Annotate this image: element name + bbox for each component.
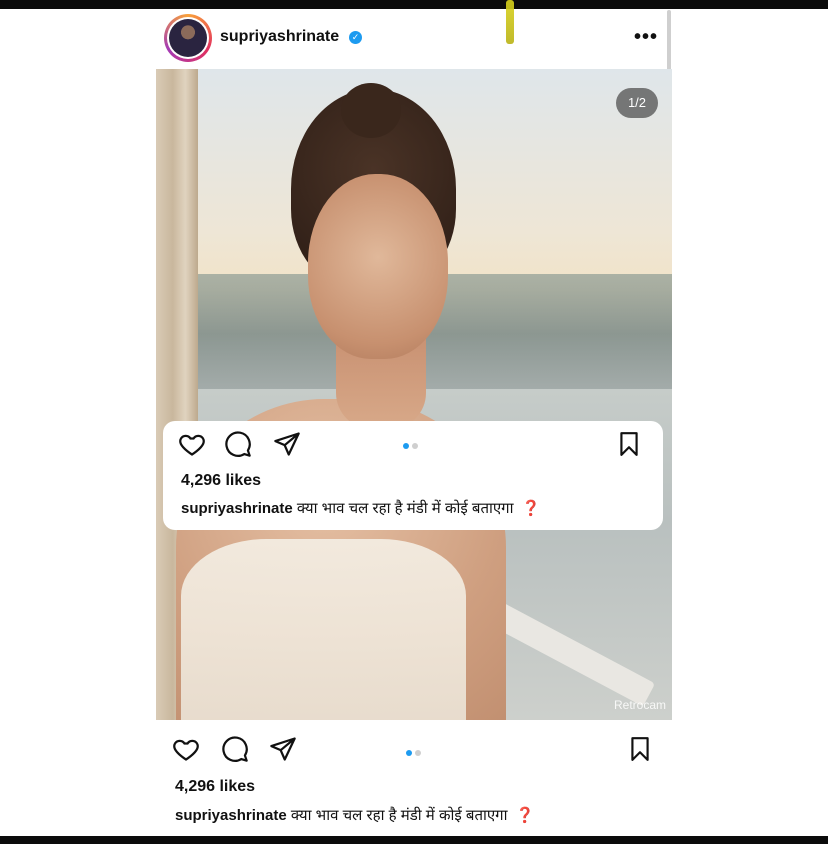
overlay-action-card: 4,296 likes supriyashrinate क्या भाव चल … bbox=[163, 421, 663, 530]
verified-icon: ✓ bbox=[349, 31, 362, 44]
post-header: supriyashrinate ✓ ••• bbox=[156, 10, 672, 68]
carousel-dots bbox=[406, 743, 424, 756]
post-actions: 4,296 likes supriyashrinate क्या भाव चल … bbox=[156, 722, 672, 834]
bookmark-icon[interactable] bbox=[627, 735, 653, 763]
caption-username[interactable]: supriyashrinate bbox=[181, 500, 293, 517]
comment-icon[interactable] bbox=[221, 735, 249, 763]
caption-username[interactable]: supriyashrinate bbox=[175, 807, 287, 824]
caption: supriyashrinate क्या भाव चल रहा है मंडी … bbox=[175, 805, 534, 825]
more-options-icon[interactable]: ••• bbox=[634, 26, 658, 49]
caption-text: क्या भाव चल रहा है मंडी में कोई बताएगा bbox=[290, 807, 508, 824]
username[interactable]: supriyashrinate bbox=[220, 28, 339, 46]
image-counter: 1/2 bbox=[616, 88, 658, 118]
carousel-dots bbox=[403, 436, 421, 449]
avatar[interactable] bbox=[164, 14, 212, 62]
share-icon[interactable] bbox=[273, 430, 301, 458]
likes-count[interactable]: 4,296 likes bbox=[181, 472, 261, 490]
post-image[interactable]: 1/2 Retrocam bbox=[156, 69, 672, 720]
caption: supriyashrinate क्या भाव चल रहा है मंडी … bbox=[181, 498, 540, 518]
bookmark-icon[interactable] bbox=[616, 430, 642, 458]
bottom-black-bar bbox=[0, 836, 828, 844]
likes-count[interactable]: 4,296 likes bbox=[175, 778, 255, 796]
question-emoji: ❓ bbox=[521, 500, 541, 517]
watermark: Retrocam bbox=[613, 698, 666, 712]
heart-icon[interactable] bbox=[171, 735, 201, 763]
heart-icon[interactable] bbox=[177, 430, 207, 458]
comment-icon[interactable] bbox=[224, 430, 252, 458]
question-emoji: ❓ bbox=[515, 807, 535, 824]
caption-text: क्या भाव चल रहा है मंडी में कोई बताएगा bbox=[296, 500, 514, 517]
share-icon[interactable] bbox=[269, 735, 297, 763]
top-black-bar bbox=[0, 0, 828, 9]
